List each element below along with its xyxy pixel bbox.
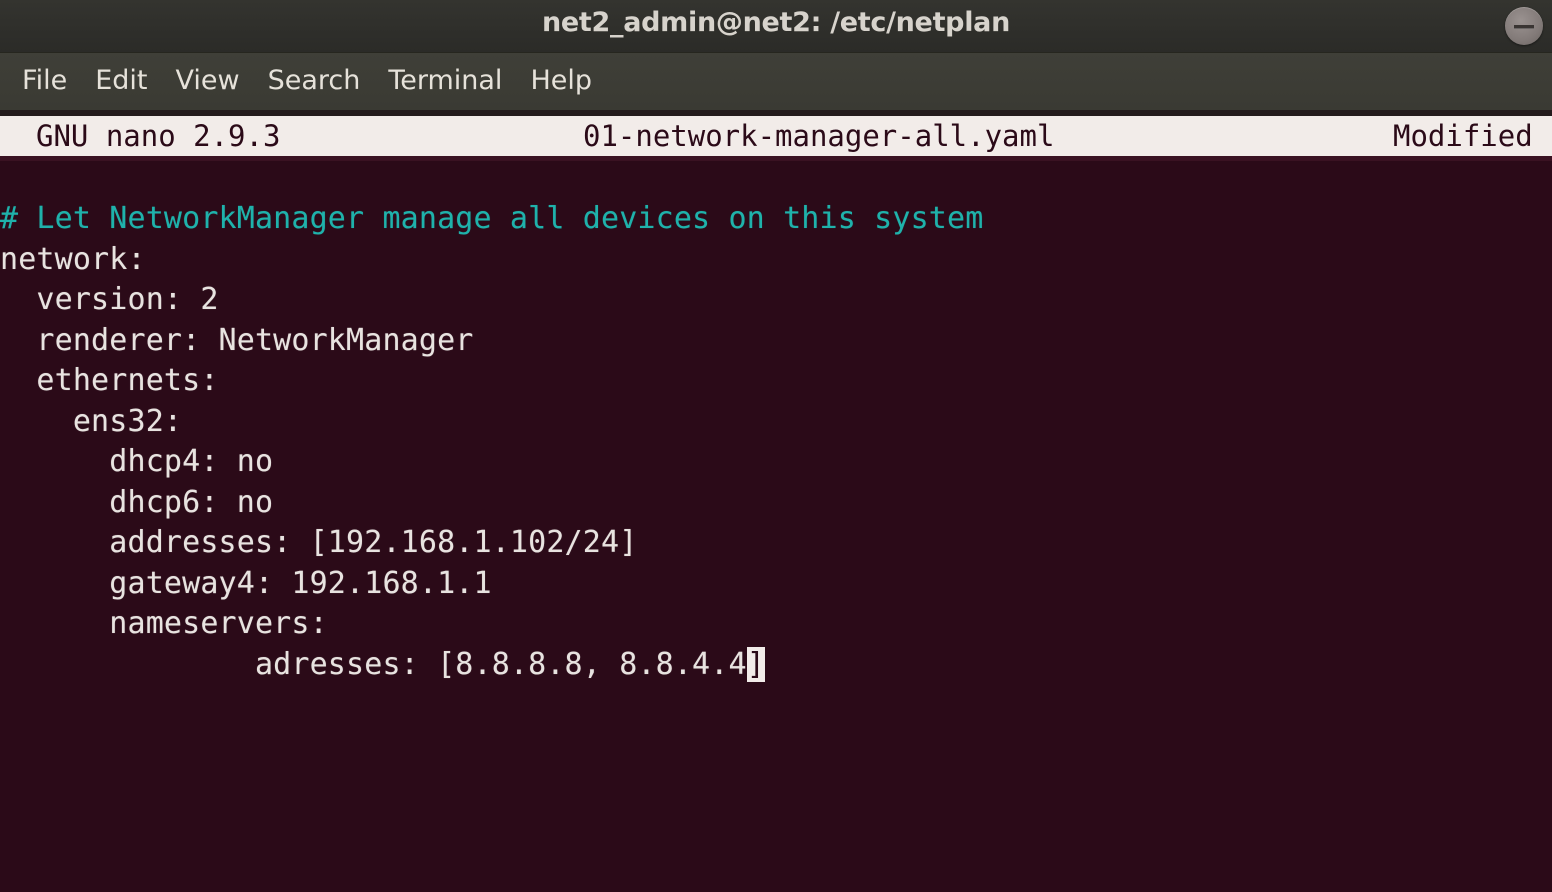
- nano-text-area[interactable]: # Let NetworkManager manage all devices …: [0, 161, 1552, 892]
- menu-item-edit[interactable]: Edit: [81, 63, 161, 100]
- minimize-button[interactable]: [1505, 7, 1543, 45]
- editor-line-text: gateway4: 192.168.1.1: [0, 565, 492, 601]
- nano-filename-label: 01-network-manager-all.yaml: [583, 119, 1055, 153]
- editor-line: addresses: [192.168.1.102/24]: [0, 523, 637, 564]
- menu-item-help[interactable]: Help: [516, 63, 606, 100]
- text-cursor: ]: [746, 646, 765, 682]
- editor-line: gateway4: 192.168.1.1: [0, 564, 492, 605]
- menubar: File Edit View Search Terminal Help: [0, 53, 1552, 111]
- editor-line-text: network:: [0, 241, 146, 277]
- editor-line-text: dhcp6: no: [0, 484, 274, 520]
- editor-line: version: 2: [0, 280, 219, 321]
- editor-line: adresses: [8.8.8.8, 8.8.4.4]: [0, 645, 765, 686]
- editor-line-text: ethernets:: [0, 363, 219, 398]
- editor-line: network:: [0, 240, 146, 281]
- editor-line: renderer: NetworkManager: [0, 321, 474, 362]
- menu-item-search[interactable]: Search: [254, 63, 375, 100]
- window-titlebar[interactable]: net2_admin@net2: /etc/netplan: [0, 0, 1552, 53]
- nano-version-label: GNU nano 2.9.3: [36, 119, 281, 153]
- editor-line: ens32:: [0, 402, 182, 443]
- editor-line: ethernets:: [0, 361, 219, 402]
- minimize-icon: [1514, 25, 1534, 29]
- editor-line: # Let NetworkManager manage all devices …: [0, 199, 983, 240]
- editor-line-text: renderer: NetworkManager: [0, 322, 474, 358]
- editor-line: dhcp4: no: [0, 442, 273, 483]
- menu-item-terminal[interactable]: Terminal: [374, 63, 516, 100]
- editor-line-text: # Let NetworkManager manage all devices …: [0, 201, 984, 236]
- nano-header-bar: GNU nano 2.9.3 01-network-manager-all.ya…: [0, 116, 1552, 156]
- editor-line: nameservers:: [0, 604, 328, 645]
- editor-line-text: addresses: [192.168.1.102/24]: [0, 525, 638, 560]
- terminal-window: net2_admin@net2: /etc/netplan File Edit …: [0, 0, 1552, 892]
- editor-line-text: adresses: [8.8.8.8, 8.8.4.4: [0, 646, 747, 682]
- menu-item-view[interactable]: View: [161, 63, 253, 100]
- editor-line-text: dhcp4: no: [0, 444, 274, 479]
- editor-line-text: version: 2: [0, 282, 219, 317]
- window-title: net2_admin@net2: /etc/netplan: [541, 7, 1011, 38]
- editor-line-text: nameservers:: [0, 606, 328, 641]
- editor-line: dhcp6: no: [0, 483, 273, 524]
- editor-line-text: ens32:: [0, 403, 183, 439]
- nano-modified-badge: Modified: [1393, 119, 1533, 153]
- menu-item-file[interactable]: File: [8, 63, 81, 100]
